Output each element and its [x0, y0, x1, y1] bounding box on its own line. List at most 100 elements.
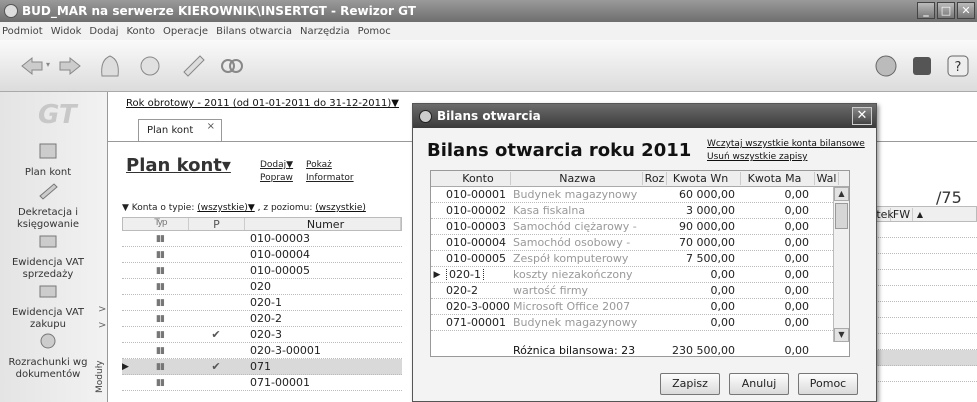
- dialog-close-button[interactable]: ✕: [852, 107, 872, 125]
- amount-ma-cell[interactable]: 0,00: [741, 300, 815, 313]
- close-tab-icon[interactable]: ×: [207, 121, 215, 132]
- table-row[interactable]: 071-00001 Budynek magazynowy 0,00 0,00: [431, 315, 849, 331]
- amount-wn-cell[interactable]: 60 000,00: [667, 188, 741, 201]
- menu-narzedzia[interactable]: Narzędzia: [300, 26, 350, 37]
- table-row[interactable]: ▮▮ 010-00003: [122, 231, 402, 247]
- table-row[interactable]: ▶ 020-1 koszty niezakończony 0,00 0,00: [431, 267, 849, 283]
- amount-ma-cell[interactable]: 0,00: [741, 316, 815, 329]
- document-icon[interactable]: [96, 52, 124, 80]
- account-cell[interactable]: 071-00001: [446, 316, 506, 329]
- cancel-button[interactable]: Anuluj: [729, 373, 789, 395]
- account-cell[interactable]: 010-00003: [446, 220, 506, 233]
- chevron-right-icon[interactable]: >: [98, 304, 106, 315]
- delete-all-entries-link[interactable]: Usuń wszystkie zapisy: [707, 152, 807, 162]
- menu-widok[interactable]: Widok: [51, 26, 82, 37]
- amount-ma-cell[interactable]: 0,00: [741, 252, 815, 265]
- column-typ[interactable]: Typ: [133, 218, 189, 230]
- amount-wn-cell[interactable]: 0,00: [667, 268, 741, 281]
- table-row[interactable]: 020-3-0000 Microsoft Office 2007 0,00 0,00: [431, 299, 849, 315]
- column-konto[interactable]: Konto: [443, 172, 511, 185]
- fiscal-year-selector[interactable]: Rok obrotowy - 2011 (od 01-01-2011 do 31…: [126, 98, 399, 109]
- column-kwota-wn[interactable]: Kwota Wn: [667, 172, 741, 185]
- link-icon[interactable]: [218, 52, 246, 80]
- table-row[interactable]: ▮▮ 020-2: [122, 311, 402, 327]
- popraw-link[interactable]: Popraw: [260, 173, 293, 183]
- table-row[interactable]: 020-2 wartość firmy 0,00 0,00: [431, 283, 849, 299]
- column-kwota-ma[interactable]: Kwota Ma: [741, 172, 815, 185]
- table-row[interactable]: ▮▮ 071-00001: [122, 375, 402, 391]
- sidebar-item-vat-sprzedazy[interactable]: Ewidencja VAT sprzedaży: [0, 232, 96, 281]
- amount-ma-cell[interactable]: 0,00: [741, 284, 815, 297]
- account-cell[interactable]: 010-00004: [446, 236, 506, 249]
- book-icon[interactable]: [908, 52, 936, 80]
- amount-wn-cell[interactable]: 0,00: [667, 284, 741, 297]
- help-icon[interactable]: ?: [944, 52, 972, 80]
- tools-icon[interactable]: [180, 52, 208, 80]
- column-fw[interactable]: FW: [891, 207, 913, 221]
- sidebar-item-plan-kont[interactable]: Plan kont: [0, 142, 96, 179]
- account-cell[interactable]: 020-1: [446, 268, 484, 281]
- amount-ma-cell[interactable]: 0,00: [741, 188, 815, 201]
- table-row[interactable]: ▮▮ 010-00004: [122, 247, 402, 263]
- menu-podmiot[interactable]: Podmiot: [2, 26, 43, 37]
- table-row[interactable]: 010-00004 Samochód osobowy - 70 000,00 0,00: [431, 235, 849, 251]
- amount-wn-cell[interactable]: 7 500,00: [667, 252, 741, 265]
- pokaz-link[interactable]: Pokaż: [306, 160, 332, 170]
- column-nazwa[interactable]: Nazwa: [511, 172, 643, 185]
- column-numer[interactable]: Numer: [245, 218, 401, 231]
- menu-konto[interactable]: Konto: [126, 26, 155, 37]
- menu-pomoc[interactable]: Pomoc: [358, 26, 391, 37]
- column-wal[interactable]: Wal: [815, 172, 839, 185]
- menu-dodaj[interactable]: Dodaj: [89, 26, 118, 37]
- maximize-button[interactable]: □: [937, 2, 955, 19]
- table-row[interactable]: ▶ ▮▮ ✔ 071: [122, 359, 402, 375]
- scroll-down-icon[interactable]: ▼: [834, 328, 849, 342]
- globe-icon[interactable]: [872, 52, 900, 80]
- tab-plan-kont[interactable]: Plan kont ×: [138, 119, 222, 141]
- table-row[interactable]: ▮▮ 020-3-00001: [122, 343, 402, 359]
- refresh-icon[interactable]: [136, 52, 164, 80]
- save-button[interactable]: Zapisz: [660, 373, 720, 395]
- account-cell[interactable]: 010-00005: [446, 252, 506, 265]
- account-cell[interactable]: 010-00001: [446, 188, 506, 201]
- chevron-right-icon[interactable]: >: [98, 320, 106, 331]
- amount-wn-cell[interactable]: 3 000,00: [667, 204, 741, 217]
- amount-wn-cell[interactable]: 90 000,00: [667, 220, 741, 233]
- amount-wn-cell[interactable]: 0,00: [667, 300, 741, 313]
- table-row[interactable]: 010-00005 Zespół komputerowy 7 500,00 0,00: [431, 251, 849, 267]
- page-title[interactable]: Plan kont▾: [126, 155, 231, 176]
- table-row[interactable]: ▮▮ 010-00005: [122, 263, 402, 279]
- amount-wn-cell[interactable]: 70 000,00: [667, 236, 741, 249]
- sidebar-item-rozrachunki[interactable]: Rozrachunki wg dokumentów: [0, 332, 96, 381]
- amount-ma-cell[interactable]: 0,00: [741, 220, 815, 233]
- collapse-icon[interactable]: ▼: [122, 203, 132, 213]
- column-roz[interactable]: Roz: [643, 172, 667, 185]
- account-cell[interactable]: 010-00002: [446, 204, 506, 217]
- load-all-accounts-link[interactable]: Wczytaj wszystkie konta bilansowe: [707, 139, 865, 149]
- table-row[interactable]: 010-00003 Samochód ciężarowy - 90 000,00 0,…: [431, 219, 849, 235]
- balance-grid-scrollbar[interactable]: ▲ ▼: [833, 187, 849, 342]
- type-filter-link[interactable]: (wszystkie)▼: [197, 203, 255, 213]
- help-button[interactable]: Pomoc: [798, 373, 858, 395]
- modules-tab[interactable]: Moduły: [95, 352, 107, 402]
- table-row[interactable]: ▮▮ 020: [122, 279, 402, 295]
- back-icon[interactable]: [18, 52, 46, 80]
- table-row[interactable]: 010-00002 Kasa fiskalna 3 000,00 0,00: [431, 203, 849, 219]
- column-p[interactable]: P: [189, 218, 245, 231]
- menu-operacje[interactable]: Operacje: [163, 26, 208, 37]
- dodaj-link[interactable]: Dodaj▼: [260, 160, 293, 170]
- forward-icon[interactable]: [56, 52, 84, 80]
- table-row[interactable]: 010-00001 Budynek magazynowy 60 000,00 0,00: [431, 187, 849, 203]
- scrollbar-thumb[interactable]: [835, 203, 848, 229]
- back-dropdown-icon[interactable]: ▾: [46, 60, 50, 69]
- sidebar-item-vat-zakupu[interactable]: Ewidencja VAT zakupu: [0, 282, 96, 331]
- amount-ma-cell[interactable]: 0,00: [741, 204, 815, 217]
- sidebar-item-dekretacja[interactable]: Dekretacja i księgowanie: [0, 182, 96, 231]
- menu-bilans-otwarcia[interactable]: Bilans otwarcia: [216, 26, 292, 37]
- table-row[interactable]: ▮▮ 020-1: [122, 295, 402, 311]
- scroll-up-icon[interactable]: ▲: [834, 187, 849, 201]
- informator-link[interactable]: Informator: [306, 173, 354, 183]
- account-cell[interactable]: 020-3-0000: [446, 300, 510, 313]
- level-filter-link[interactable]: (wszystkie): [315, 203, 366, 213]
- close-button[interactable]: ✕: [957, 2, 975, 19]
